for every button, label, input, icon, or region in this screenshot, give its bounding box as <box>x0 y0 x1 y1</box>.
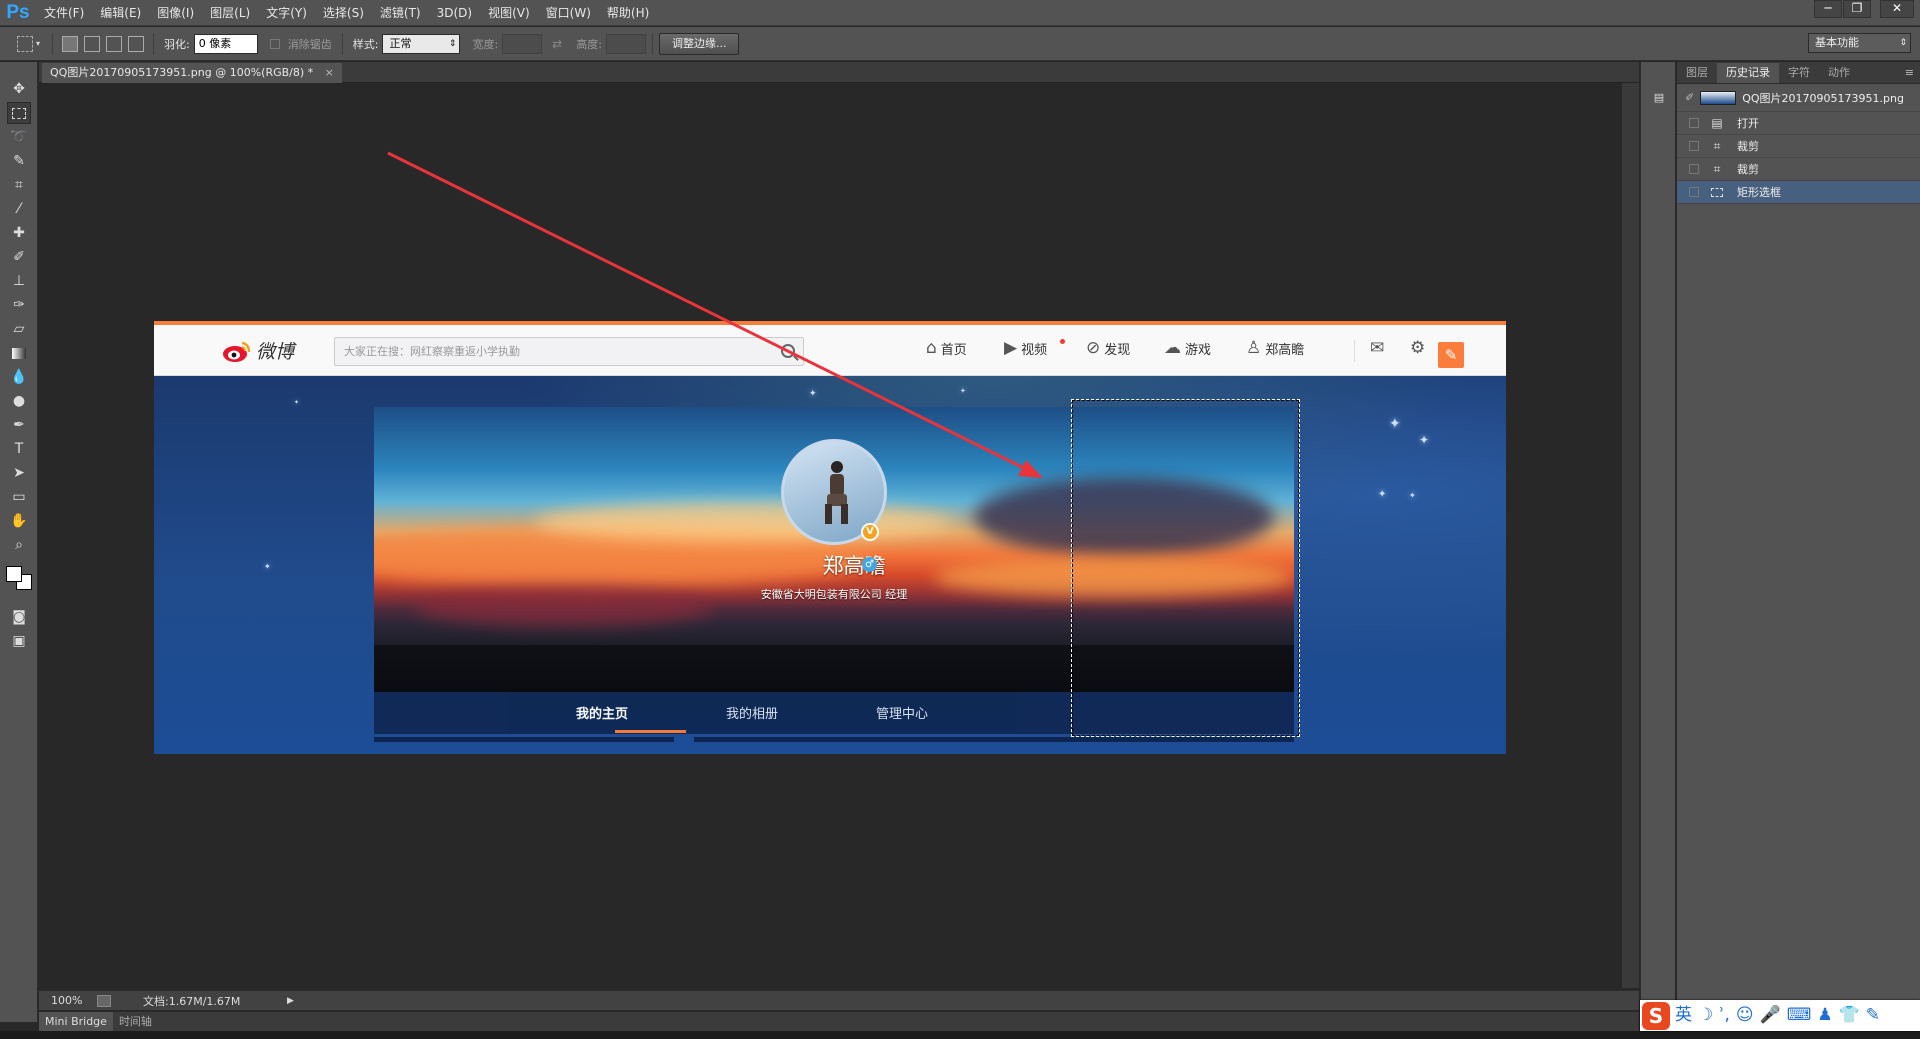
history-item-selected[interactable]: 矩形选框 <box>1677 181 1920 204</box>
sogou-logo-icon[interactable]: S <box>1642 1001 1670 1030</box>
skin-icon[interactable]: 👕 <box>1839 1000 1860 1031</box>
snapshot-label: QQ图片20170905173951.png <box>1742 91 1904 105</box>
moon-icon[interactable]: ☽ <box>1698 1000 1713 1031</box>
tab-layers[interactable]: 图层 <box>1677 63 1717 83</box>
history-item[interactable]: ▤ 打开 <box>1677 112 1920 135</box>
history-item[interactable]: ⌗ 裁剪 <box>1677 158 1920 181</box>
tab-timeline[interactable]: 时间轴 <box>113 1012 158 1032</box>
history-item-label: 打开 <box>1737 117 1759 130</box>
keyboard-icon[interactable]: ⌨ <box>1787 1000 1812 1031</box>
panel-tabs: 图层 历史记录 字符 动作 ≡ <box>1677 62 1920 84</box>
doc-info[interactable]: 文档:1.67M/1.67M <box>143 993 279 1009</box>
tab-history[interactable]: 历史记录 <box>1717 63 1779 83</box>
status-arrow-icon[interactable]: ▶ <box>287 996 294 1006</box>
history-panel: 图层 历史记录 字符 动作 ≡ ✐ QQ图片20170905173951.png… <box>1677 62 1920 1030</box>
user-icon[interactable]: ♟ <box>1817 1000 1832 1031</box>
emoji-icon[interactable]: ☺ <box>1736 1000 1754 1031</box>
collapsed-panel-dock: ▤ <box>1640 62 1676 1030</box>
document-icon: ▤ <box>1711 116 1723 130</box>
panel-menu-icon[interactable]: ≡ <box>1905 63 1914 83</box>
zoom-level[interactable]: 100% <box>51 994 91 1007</box>
bottom-panel-tabs: Mini Bridge 时间轴 <box>39 1011 1639 1032</box>
crop-icon: ⌗ <box>1713 138 1721 153</box>
status-icon[interactable] <box>97 994 111 1007</box>
annotation-arrow <box>387 151 1043 478</box>
microphone-icon[interactable]: 🎤 <box>1760 1000 1781 1031</box>
tab-character[interactable]: 字符 <box>1779 63 1819 83</box>
status-bar: 100% 文档:1.67M/1.67M ▶ <box>39 990 1639 1010</box>
history-item[interactable]: ⌗ 裁剪 <box>1677 135 1920 158</box>
marquee-icon <box>1709 185 1725 199</box>
tools-icon[interactable]: ✎ <box>1866 1000 1880 1031</box>
ime-toolbar: S 英 ☽ ʾ, ☺ 🎤 ⌨ ♟ 👕 ✎ <box>1640 1000 1920 1031</box>
crop-icon: ⌗ <box>1713 161 1721 176</box>
history-item-label: 裁剪 <box>1737 163 1759 176</box>
punctuation-icon[interactable]: ʾ, <box>1719 1000 1730 1031</box>
tab-mini-bridge[interactable]: Mini Bridge <box>39 1011 113 1032</box>
tab-actions[interactable]: 动作 <box>1819 63 1859 83</box>
history-panel-icon[interactable]: ▤ <box>1649 88 1669 106</box>
history-snapshot[interactable]: ✐ QQ图片20170905173951.png <box>1677 84 1920 112</box>
ime-language[interactable]: 英 <box>1675 1000 1692 1031</box>
history-item-label: 裁剪 <box>1737 140 1759 153</box>
history-brush-source-icon[interactable]: ✐ <box>1685 91 1694 104</box>
history-item-label: 矩形选框 <box>1737 186 1781 199</box>
snapshot-thumbnail <box>1700 90 1737 105</box>
